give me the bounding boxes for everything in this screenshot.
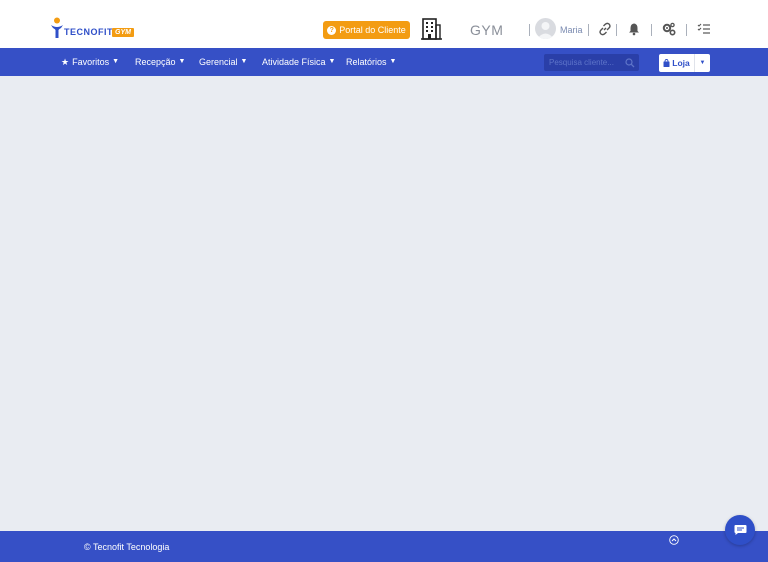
divider: [616, 24, 617, 36]
search-icon[interactable]: [625, 58, 635, 68]
main-content-area: [0, 76, 768, 531]
shopping-bag-icon: [663, 59, 670, 67]
logo-figure-icon: [51, 17, 63, 38]
chevron-down-icon: ▼: [328, 58, 336, 65]
main-navbar: ★ Favoritos ▼ Recepção ▼ Gerencial ▼ Ati…: [0, 48, 768, 76]
divider: [588, 24, 589, 36]
nav-item-label: Atividade Física: [262, 57, 326, 67]
divider: [529, 24, 530, 36]
nav-item-label: Relatórios: [346, 57, 387, 67]
unit-name[interactable]: GYM: [470, 22, 503, 38]
chevron-down-icon: ▼: [389, 58, 397, 65]
store-button[interactable]: Loja: [659, 54, 695, 72]
user-name[interactable]: Maria: [560, 25, 583, 35]
nav-item-label: Favoritos: [72, 57, 110, 67]
nav-item-gerencial[interactable]: Gerencial ▼: [199, 48, 247, 76]
building-icon[interactable]: [421, 17, 442, 40]
avatar[interactable]: [535, 18, 556, 39]
nav-item-label: Gerencial: [199, 57, 238, 67]
chat-bubble-icon: [734, 525, 746, 535]
scroll-to-top-icon[interactable]: [669, 535, 679, 545]
nav-item-favoritos[interactable]: ★ Favoritos ▼: [61, 48, 119, 76]
top-header: TECNOFIT GYM ? Portal do Cliente GYM Mar…: [0, 0, 768, 48]
gears-icon[interactable]: [662, 22, 676, 36]
chevron-down-icon: ▼: [240, 58, 248, 65]
client-search[interactable]: [544, 54, 639, 71]
tecnofit-logo[interactable]: TECNOFIT GYM: [50, 17, 140, 39]
user-avatar-icon: [537, 22, 554, 39]
bell-icon[interactable]: [627, 22, 641, 36]
footer: © Tecnofit Tecnologia: [0, 531, 768, 562]
chat-button[interactable]: [725, 515, 755, 545]
portal-do-cliente-button[interactable]: ? Portal do Cliente: [323, 21, 410, 39]
divider: [651, 24, 652, 36]
footer-copyright: © Tecnofit Tecnologia: [84, 542, 170, 552]
nav-item-relatorios[interactable]: Relatórios ▼: [346, 48, 396, 76]
chevron-down-icon: ▼: [112, 58, 120, 65]
checklist-icon[interactable]: [697, 22, 711, 36]
store-dropdown-toggle[interactable]: ▼: [695, 54, 710, 72]
star-icon: ★: [61, 57, 70, 67]
nav-item-recepcao[interactable]: Recepção ▼: [135, 48, 185, 76]
divider: [686, 24, 687, 36]
search-input[interactable]: [549, 56, 619, 69]
store-button-label: Loja: [672, 58, 690, 68]
nav-item-label: Recepção: [135, 57, 176, 67]
chevron-down-icon: ▼: [699, 60, 706, 66]
store-button-group: Loja ▼: [659, 54, 710, 72]
question-icon: ?: [327, 25, 337, 35]
portal-button-label: Portal do Cliente: [339, 25, 406, 35]
link-icon[interactable]: [598, 22, 612, 36]
logo-wordmark: TECNOFIT: [64, 27, 113, 37]
chevron-down-icon: ▼: [178, 58, 186, 65]
logo-gym-badge: GYM: [112, 28, 134, 37]
nav-item-atividade-fisica[interactable]: Atividade Física ▼: [262, 48, 335, 76]
